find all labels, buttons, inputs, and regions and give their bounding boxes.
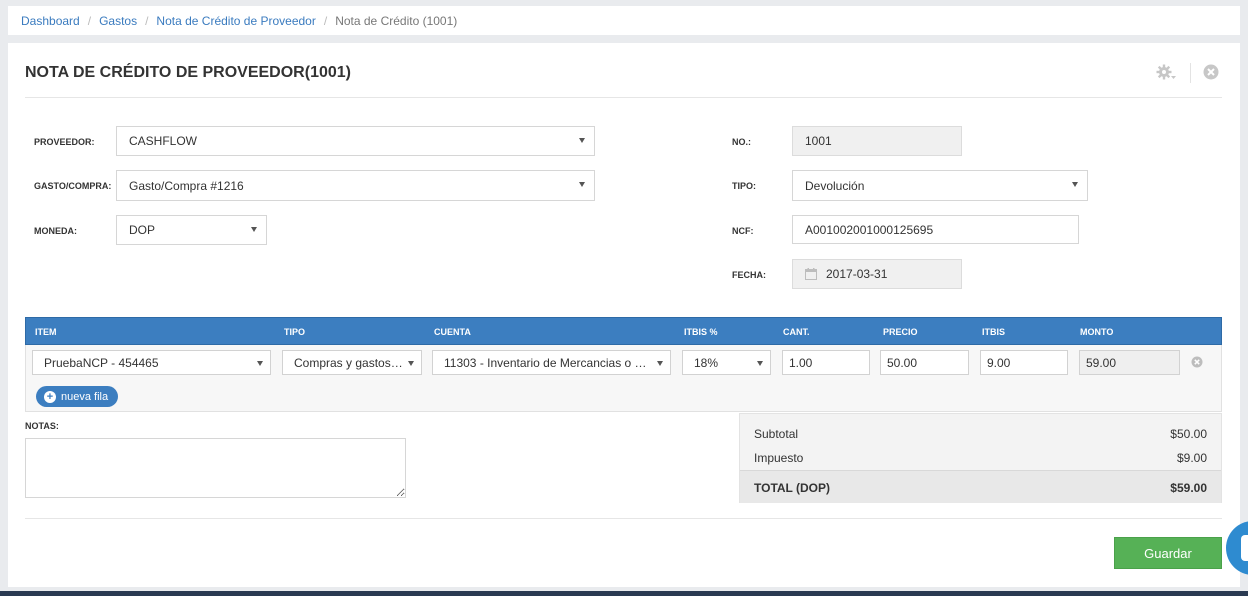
itbis-pct-value: 18% [694,355,719,370]
tipo-select[interactable]: Devolución [792,170,1088,201]
itbis-value: 9.00 [987,355,1011,370]
page-title: NOTA DE CRÉDITO DE PROVEEDOR(1001) [25,64,351,81]
breadcrumb: Dashboard / Gastos / Nota de Crédito de … [8,6,1240,35]
impuesto-label: Impuesto [754,451,804,465]
totals-summary: Subtotal $50.00 Impuesto $9.00 TOTAL (DO… [739,413,1222,503]
total-value: $59.00 [1170,481,1207,495]
cantidad-input[interactable]: 1.00 [782,350,870,375]
total-row: TOTAL (DOP) $59.00 [740,470,1221,503]
breadcrumb-current: Nota de Crédito (1001) [335,13,458,28]
tipo-row-value: Compras y gastos… [294,355,403,370]
cantidad-value: 1.00 [789,355,813,370]
subtotal-row: Subtotal $50.00 [754,427,1207,441]
gasto-compra-select[interactable]: Gasto/Compra #1216 [116,170,595,201]
column-header-cant: CANT. [783,327,810,337]
tipo-value: Devolución [805,178,865,193]
tipo-row-select[interactable]: Compras y gastos… [282,350,422,375]
tipo-label: TIPO: [732,181,756,191]
column-header-itbis-pct: ITBIS % [684,327,718,337]
ncf-input[interactable]: A001002001000125695 [792,215,1079,244]
moneda-label: MONEDA: [34,226,77,236]
footer-divider [25,518,1222,519]
item-value: PruebaNCP - 454465 [44,355,159,370]
new-row-button[interactable]: + nueva fila [36,386,119,407]
gasto-compra-value: Gasto/Compra #1216 [129,178,244,193]
bottom-strip [0,591,1248,596]
number-field: 1001 [792,126,962,156]
chevron-down-icon [257,361,263,366]
remove-row-icon[interactable] [1191,356,1203,371]
chevron-down-icon [1072,182,1078,187]
itbis-input[interactable]: 9.00 [980,350,1068,375]
impuesto-row: Impuesto $9.00 [754,451,1207,465]
proveedor-select[interactable]: CASHFLOW [116,126,595,156]
fecha-field[interactable]: 2017-03-31 [792,259,962,289]
breadcrumb-separator: / [145,13,149,28]
moneda-select[interactable]: DOP [116,215,267,245]
cuenta-select[interactable]: 11303 - Inventario de Mercancias o … [432,350,671,375]
chevron-down-icon [657,361,663,366]
impuesto-value: $9.00 [1176,451,1207,465]
itbis-pct-select[interactable]: 18% [682,350,771,375]
number-value: 1001 [805,134,832,148]
plus-icon: + [44,390,56,403]
column-header-tipo: TIPO [284,327,306,337]
chat-bubble [1241,535,1248,561]
ncf-value: A001002001000125695 [805,222,934,237]
close-icon[interactable] [1203,64,1219,83]
ncf-label: NCF: [732,226,754,236]
chevron-down-icon [408,361,414,366]
moneda-value: DOP [129,223,156,237]
breadcrumb-separator: / [323,13,328,28]
chevron-down-icon [579,138,585,143]
subtotal-value: $50.00 [1170,427,1207,441]
new-row-label: nueva fila [61,390,109,403]
precio-input[interactable]: 50.00 [880,350,969,375]
column-header-item: ITEM [35,327,57,337]
column-header-precio: PRECIO [883,327,918,337]
items-table-body: PruebaNCP - 454465 Compras y gastos… 113… [25,345,1222,412]
precio-value: 50.00 [887,355,918,370]
items-table-header: ITEM TIPO CUENTA ITBIS % CANT. PRECIO IT… [25,317,1222,345]
panel-tools [1156,63,1219,83]
breadcrumb-gastos[interactable]: Gastos [99,14,137,28]
fecha-label: FECHA: [732,270,766,280]
calendar-icon [805,268,817,280]
breadcrumb-nota-credito-proveedor[interactable]: Nota de Crédito de Proveedor [156,14,315,28]
proveedor-value: CASHFLOW [129,134,198,148]
column-header-itbis: ITBIS [982,327,1006,337]
proveedor-label: PROVEEDOR: [34,137,95,147]
column-header-monto: MONTO [1080,327,1114,337]
breadcrumb-dashboard[interactable]: Dashboard [21,14,80,28]
tools-divider [1190,63,1191,83]
chevron-down-icon [757,361,763,366]
cuenta-value: 11303 - Inventario de Mercancias o … [444,355,647,370]
save-button[interactable]: Guardar [1114,537,1222,569]
item-select[interactable]: PruebaNCP - 454465 [32,350,271,375]
header-divider [25,97,1222,98]
gasto-compra-label: GASTO/COMPRA: [34,181,112,191]
total-label: TOTAL (DOP) [754,481,830,495]
chevron-down-icon [251,227,257,232]
monto-value: 59.00 [1086,355,1117,370]
column-header-cuenta: CUENTA [434,327,471,337]
chevron-down-icon [579,182,585,187]
monto-field: 59.00 [1079,350,1180,375]
notas-textarea[interactable] [25,438,406,498]
subtotal-label: Subtotal [754,427,799,441]
breadcrumb-separator: / [87,13,92,28]
credit-note-panel: NOTA DE CRÉDITO DE PROVEEDOR(1001) PROVE… [8,43,1240,587]
gear-icon[interactable] [1156,64,1176,83]
no-label: NO.: [732,137,751,147]
notas-label: NOTAS: [25,421,59,431]
fecha-value: 2017-03-31 [826,267,888,281]
